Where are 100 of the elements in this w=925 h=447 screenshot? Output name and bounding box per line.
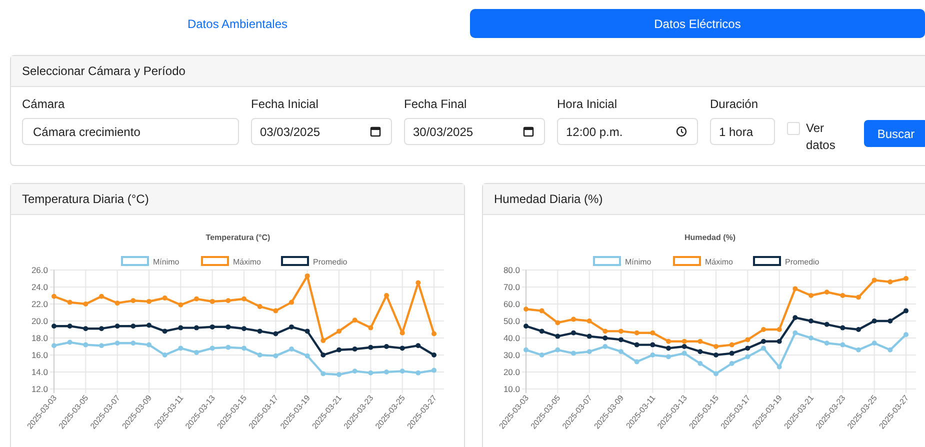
- point: [162, 328, 168, 334]
- point: [650, 352, 656, 358]
- point: [320, 371, 326, 376]
- point: [194, 296, 199, 302]
- time-field[interactable]: 12:00 p.m.: [557, 118, 698, 145]
- legend-swatch[interactable]: [753, 256, 781, 266]
- legend-swatch[interactable]: [121, 256, 149, 266]
- legend-swatch[interactable]: [201, 256, 229, 266]
- chart-title: Humedad (%): [684, 233, 736, 242]
- point: [666, 338, 671, 344]
- point: [352, 346, 358, 352]
- legend-label[interactable]: Promedio: [785, 258, 820, 266]
- point: [840, 293, 846, 298]
- input-field[interactable]: 1 hora: [710, 118, 775, 145]
- point: [67, 324, 72, 329]
- input-field[interactable]: Cámara crecimiento: [22, 118, 239, 145]
- point: [745, 346, 750, 351]
- point: [114, 300, 120, 306]
- point: [634, 330, 640, 336]
- point: [824, 340, 830, 346]
- y-tick-label: 60.0: [503, 299, 520, 309]
- legend-swatch[interactable]: [281, 256, 309, 266]
- point: [242, 346, 246, 351]
- point: [539, 308, 544, 314]
- point: [178, 346, 184, 351]
- card-title: Temperatura Diaria (°C): [22, 192, 149, 206]
- legend-label[interactable]: Promedio: [313, 258, 348, 266]
- point: [242, 296, 246, 302]
- point: [273, 308, 278, 314]
- point: [320, 338, 326, 344]
- point: [130, 324, 136, 329]
- legend-label[interactable]: Máximo: [233, 258, 262, 266]
- point: [729, 350, 734, 356]
- point: [904, 308, 908, 314]
- point: [52, 294, 56, 299]
- legend-swatch[interactable]: [593, 256, 621, 266]
- point: [210, 324, 215, 330]
- point: [114, 340, 120, 346]
- point: [872, 278, 877, 283]
- search-button[interactable]: Buscar: [864, 120, 925, 147]
- point: [368, 325, 374, 330]
- point: [242, 326, 246, 332]
- legend-label[interactable]: Mínimo: [153, 258, 180, 266]
- y-tick-label: 80.0: [503, 265, 520, 275]
- y-tick-label: 18.0: [31, 333, 48, 343]
- point: [114, 324, 120, 329]
- point: [776, 327, 782, 332]
- legend-swatch[interactable]: [673, 256, 701, 266]
- clock-icon[interactable]: [676, 126, 687, 137]
- legend-label[interactable]: Máximo: [705, 258, 734, 266]
- point: [618, 349, 624, 354]
- point: [650, 342, 656, 348]
- point: [776, 338, 782, 344]
- point: [808, 293, 814, 298]
- calendar-icon[interactable]: [523, 126, 534, 137]
- point: [761, 327, 766, 332]
- point: [666, 346, 671, 351]
- point: [226, 298, 231, 304]
- point: [555, 320, 560, 326]
- point: [856, 327, 861, 332]
- y-tick-label: 22.0: [31, 299, 48, 309]
- checkbox[interactable]: [787, 122, 800, 135]
- y-tick-label: 12.0: [31, 384, 48, 394]
- point: [745, 337, 750, 342]
- point: [226, 344, 231, 350]
- tab[interactable]: Datos Eléctricos: [470, 9, 925, 38]
- card-title: Humedad Diaria (%): [494, 192, 603, 206]
- point: [289, 346, 294, 352]
- tab[interactable]: Datos Ambientales: [10, 9, 465, 38]
- calendar-icon[interactable]: [370, 126, 381, 137]
- point: [714, 352, 718, 358]
- y-tick-label: 70.0: [503, 282, 520, 292]
- point: [745, 354, 750, 360]
- point: [146, 322, 152, 328]
- y-tick-label: 50.0: [503, 316, 520, 326]
- point: [130, 340, 136, 346]
- point: [856, 294, 861, 300]
- point: [368, 344, 374, 350]
- point: [840, 342, 846, 348]
- point: [384, 344, 389, 349]
- point: [320, 352, 326, 358]
- point: [194, 350, 199, 355]
- checkbox-label: Ver datos: [806, 120, 836, 154]
- point: [416, 370, 421, 376]
- y-tick-label: 30.0: [503, 350, 520, 360]
- point: [99, 294, 104, 299]
- point: [178, 325, 184, 330]
- legend-label[interactable]: Mínimo: [625, 258, 652, 266]
- point: [210, 346, 215, 351]
- point: [400, 346, 405, 351]
- date-field[interactable]: 30/03/2025: [404, 118, 545, 145]
- point: [146, 342, 152, 348]
- point: [872, 318, 877, 324]
- point: [571, 330, 576, 336]
- date-field[interactable]: 03/03/2025: [251, 118, 392, 145]
- point: [67, 300, 72, 305]
- point: [698, 338, 703, 344]
- point: [904, 332, 908, 338]
- y-tick-label: 20.0: [503, 367, 520, 377]
- point: [52, 343, 56, 348]
